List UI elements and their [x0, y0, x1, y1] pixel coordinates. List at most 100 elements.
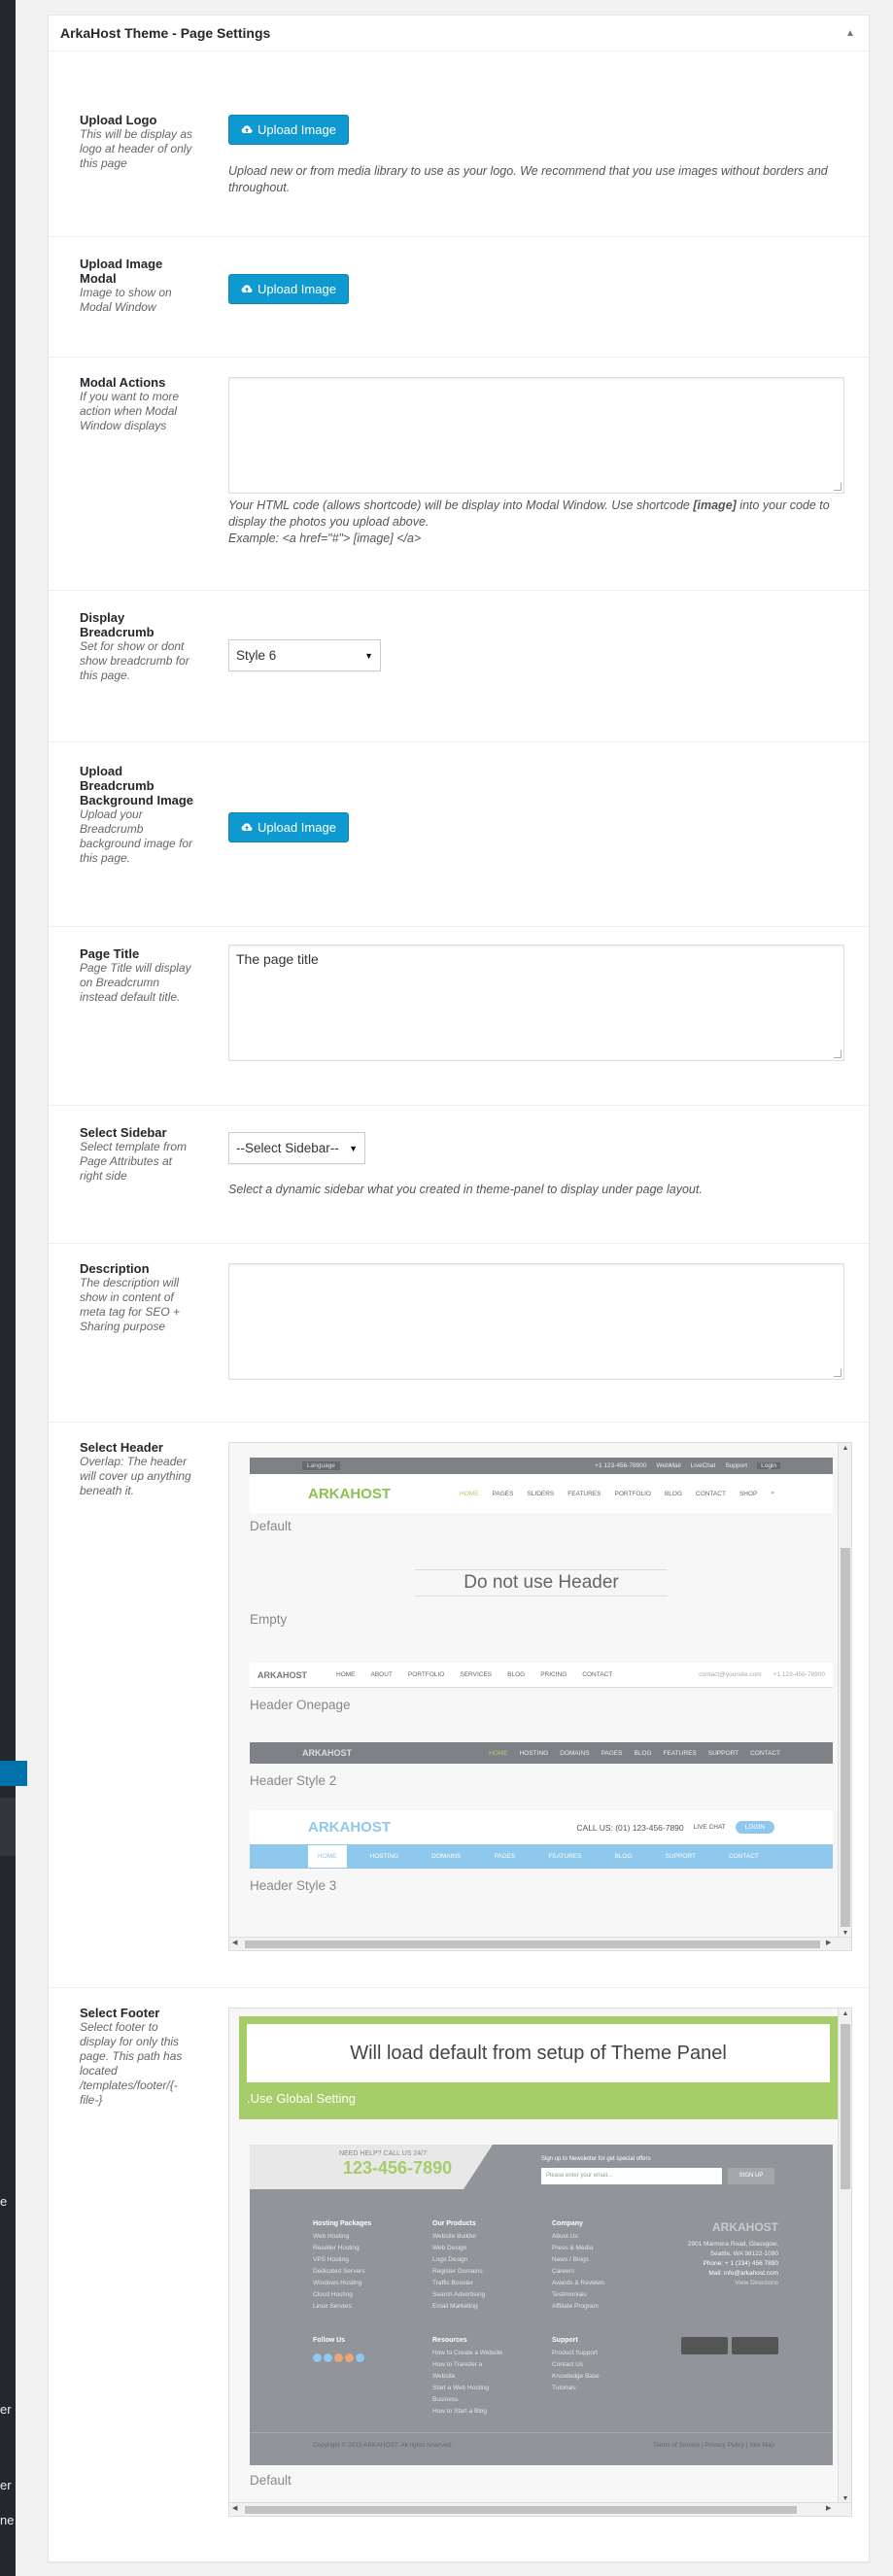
social-icon: [313, 2353, 322, 2362]
header-option-empty[interactable]: Do not use Header: [250, 1567, 833, 1598]
footer-option-default[interactable]: NEED HELP? CALL US 24/7: 123-456-7890 Si…: [250, 2145, 833, 2465]
field-help: Your HTML code (allows shortcode) will b…: [228, 498, 830, 545]
upload-modal-button[interactable]: Upload Image: [228, 274, 349, 304]
social-icon: [356, 2353, 364, 2362]
field-label: Modal Actions: [80, 375, 166, 390]
horizontal-scrollbar[interactable]: ◀ ▶: [229, 2502, 851, 2516]
modal-actions-textarea[interactable]: [228, 377, 844, 494]
scroll-left-arrow-icon: ◀: [232, 2505, 238, 2512]
field-help: Select a dynamic sidebar what you create…: [228, 1183, 703, 1196]
footer-columns: Hosting Packages Web Hosting Reseller Hos…: [313, 2220, 778, 2310]
header-option-style-2[interactable]: ARKAHOST HOME HOSTING DOMAINS PAGES BLOG FEAT…: [250, 1742, 833, 1764]
header-options-scrollbox[interactable]: Language +1 123-456-78900 WebMail LiveCh…: [228, 1442, 852, 1951]
arkahost-logo: ARKAHOST: [712, 2220, 778, 2234]
field-modal-actions: Modal Actions If you want to more action…: [49, 358, 869, 591]
header-option-caption: Header Style 2: [250, 1773, 337, 1788]
field-select-header: Select Header Overlap: The header will c…: [49, 1423, 869, 1988]
scroll-right-arrow-icon: ▶: [826, 2505, 832, 2512]
field-display-breadcrumb: Display Breadcrumb Set for show or dont …: [49, 591, 869, 742]
header-option-caption: Header Onepage: [250, 1698, 351, 1712]
sidebar-select[interactable]: --Select Sidebar-- ▼: [228, 1132, 365, 1164]
field-help: Upload new or from media library to use …: [228, 164, 828, 194]
header-option-caption: Header Style 3: [250, 1878, 337, 1893]
footer-options-scrollbox[interactable]: Will load default from setup of Theme Pa…: [228, 2008, 852, 2517]
field-description: This will be display as logo at header o…: [80, 127, 193, 170]
cloud-upload-icon: [241, 124, 253, 133]
field-description: Select footer to display for only this p…: [80, 2020, 183, 2107]
field-page-title: Page Title Page Title will display on Br…: [49, 927, 869, 1106]
app-store-badge: [681, 2337, 728, 2354]
field-description-meta: Description The description will show in…: [49, 1244, 869, 1423]
field-description: If you want to more action when Modal Wi…: [80, 390, 180, 432]
header-option-caption: Default: [250, 1519, 292, 1533]
field-label: Page Title: [80, 946, 140, 961]
horizontal-scrollbar[interactable]: ◀ ▶: [229, 1937, 851, 1950]
upload-logo-button[interactable]: Upload Image: [228, 115, 349, 145]
admin-menu-fragment[interactable]: er: [0, 2478, 12, 2492]
field-label: Upload Breadcrumb Background Image: [80, 764, 194, 807]
admin-menu-fragment[interactable]: ne: [0, 2513, 14, 2527]
resize-handle[interactable]: [834, 483, 841, 491]
page-title-textarea[interactable]: The page title: [228, 945, 844, 1061]
field-description: Page Title will display on Breadcrumn in…: [80, 961, 191, 1004]
field-description: Overlap: The header will cover up anythi…: [80, 1455, 191, 1497]
admin-sidebar: e er er ne: [0, 0, 27, 2576]
dropdown-arrow-icon: ▼: [364, 650, 373, 661]
footer-columns-lower: Follow Us Resources How to Create a Webs…: [313, 2337, 778, 2418]
social-icon: [334, 2353, 343, 2362]
header-option-onepage[interactable]: ARKAHOST HOME ABOUT PORTFOLIO SERVICES BLOG P…: [250, 1663, 833, 1688]
field-label: Upload Logo: [80, 113, 157, 127]
google-play-badge: [732, 2337, 778, 2354]
scrollbar-thumb[interactable]: [841, 1548, 850, 1927]
field-label: Select Footer: [80, 2006, 160, 2020]
breadcrumb-style-select[interactable]: Style 6 ▼: [228, 639, 381, 671]
cloud-upload-icon: [241, 822, 253, 831]
description-textarea[interactable]: [228, 1263, 844, 1380]
field-upload-modal: Upload Image Modal Image to show on Moda…: [49, 237, 869, 358]
header-option-style-3[interactable]: ARKAHOST CALL US: (01) 123-456-7890 LIVE…: [250, 1810, 833, 1871]
metabox-title: ArkaHost Theme - Page Settings: [60, 25, 271, 41]
collapse-toggle-icon[interactable]: ▲: [843, 28, 857, 39]
field-description: Select template from Page Attributes at …: [80, 1140, 188, 1183]
arkahost-logo: ARKAHOST: [308, 1819, 391, 1836]
field-select-sidebar: Select Sidebar Select template from Page…: [49, 1106, 869, 1244]
scroll-down-arrow-icon: ▼: [841, 1930, 849, 1937]
field-breadcrumb-background: Upload Breadcrumb Background Image Uploa…: [49, 742, 869, 927]
scrollbar-thumb[interactable]: [245, 2506, 797, 2514]
admin-menu-fragment[interactable]: er: [0, 2402, 12, 2417]
resize-handle[interactable]: [834, 1369, 841, 1377]
social-icon: [324, 2353, 332, 2362]
vertical-scrollbar[interactable]: ▲ ▼: [838, 1443, 851, 1939]
scroll-right-arrow-icon: ▶: [826, 1940, 832, 1946]
scrollbar-thumb[interactable]: [245, 1941, 820, 1948]
resize-handle[interactable]: [834, 1050, 841, 1058]
search-icon: ⌕: [771, 1490, 774, 1496]
field-select-footer: Select Footer Select footer to display f…: [49, 1988, 869, 2548]
social-icon: [345, 2353, 354, 2362]
field-description: Upload your Breadcrumb background image …: [80, 807, 193, 865]
admin-menu-submenu: [0, 1798, 16, 1856]
scrollbar-thumb[interactable]: [841, 2024, 850, 2189]
field-upload-logo: Upload Logo This will be display as logo…: [49, 52, 869, 237]
header-preview-topbar: Language +1 123-456-78900 WebMail LiveCh…: [250, 1458, 833, 1474]
admin-menu-fragment[interactable]: e: [0, 2194, 7, 2209]
header-option-caption: Empty: [250, 1612, 288, 1627]
scroll-up-arrow-icon: ▲: [841, 1445, 849, 1452]
field-description: Image to show on Modal Window: [80, 286, 172, 314]
scroll-left-arrow-icon: ◀: [232, 1940, 238, 1946]
page-settings-metabox: ArkaHost Theme - Page Settings ▲ Upload …: [48, 15, 870, 2562]
arkahost-logo: ARKAHOST: [308, 1485, 391, 1502]
field-label: Description: [80, 1261, 150, 1276]
field-label: Upload Image Modal: [80, 257, 163, 286]
upload-breadcrumb-button[interactable]: Upload Image: [228, 812, 349, 842]
header-preview-nav: ARKAHOST HOME PAGES SLIDERS FEATURES PORTFOL…: [250, 1474, 833, 1513]
admin-menu-active-arrow[interactable]: [0, 1761, 27, 1786]
header-option-default[interactable]: Language +1 123-456-78900 WebMail LiveCh…: [250, 1458, 833, 1545]
footer-option-caption: Default: [250, 2473, 292, 2488]
vertical-scrollbar[interactable]: ▲ ▼: [838, 2009, 851, 2504]
scroll-up-arrow-icon: ▲: [841, 2010, 849, 2017]
field-label: Display Breadcrumb: [80, 610, 155, 639]
metabox-header[interactable]: ArkaHost Theme - Page Settings ▲: [49, 16, 869, 52]
footer-option-global[interactable]: Will load default from setup of Theme Pa…: [239, 2016, 838, 2119]
field-label: Select Header: [80, 1440, 163, 1455]
